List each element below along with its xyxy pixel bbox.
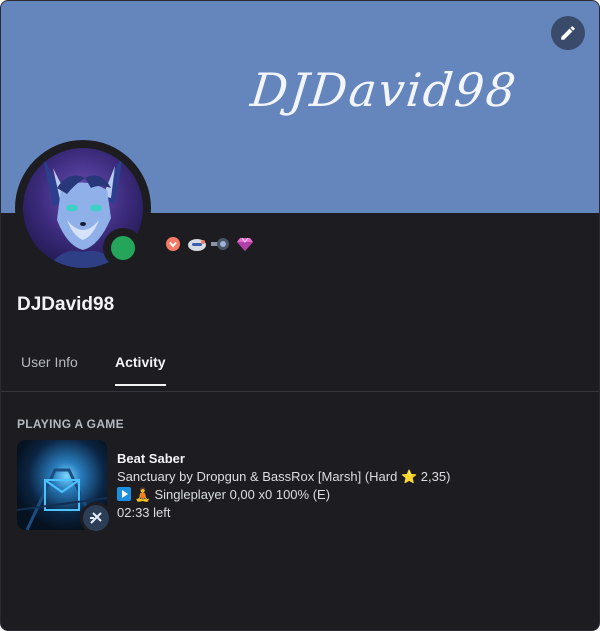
mode-text: Singleplayer 0,00 x0 100% (E): [154, 487, 331, 502]
profile-card: DJDavid98 DJDavid98 User Info Activity P…: [0, 0, 600, 631]
orb-badge-icon[interactable]: [211, 235, 231, 253]
star-icon: ⭐: [400, 469, 418, 484]
nitro-badge-icon[interactable]: [163, 235, 183, 253]
activity-mode-line: 🧘 Singleplayer 0,00 x0 100% (E): [117, 486, 450, 504]
song-text: Sanctuary by Dropgun & BassRox [Marsh] (…: [117, 469, 401, 484]
badge-list: [163, 234, 255, 254]
song-difficulty: 2,35): [420, 469, 451, 484]
helmet-badge-icon[interactable]: [187, 235, 207, 253]
game-small-icon[interactable]: [80, 502, 112, 534]
activity-song-line: Sanctuary by Dropgun & BassRox [Marsh] (…: [117, 468, 450, 486]
tab-activity[interactable]: Activity: [115, 354, 166, 386]
profile-tabs: User Info Activity: [1, 341, 599, 392]
gem-badge-icon[interactable]: [235, 235, 255, 253]
player-icon: [83, 505, 109, 531]
activity-section-title: PLAYING A GAME: [17, 417, 124, 431]
activity-details: Beat Saber Sanctuary by Dropgun & BassRo…: [117, 450, 450, 522]
username: DJDavid98: [17, 294, 115, 315]
edit-profile-button[interactable]: [551, 16, 585, 50]
game-name: Beat Saber: [117, 451, 185, 466]
tab-user-info[interactable]: User Info: [21, 354, 78, 384]
meditate-icon: 🧘: [134, 487, 151, 502]
time-left: 02:33 left: [117, 505, 171, 520]
online-status-indicator: [111, 236, 135, 260]
pencil-icon: [561, 26, 575, 40]
play-icon: [117, 487, 131, 501]
banner-signature: DJDavid98: [248, 63, 521, 117]
